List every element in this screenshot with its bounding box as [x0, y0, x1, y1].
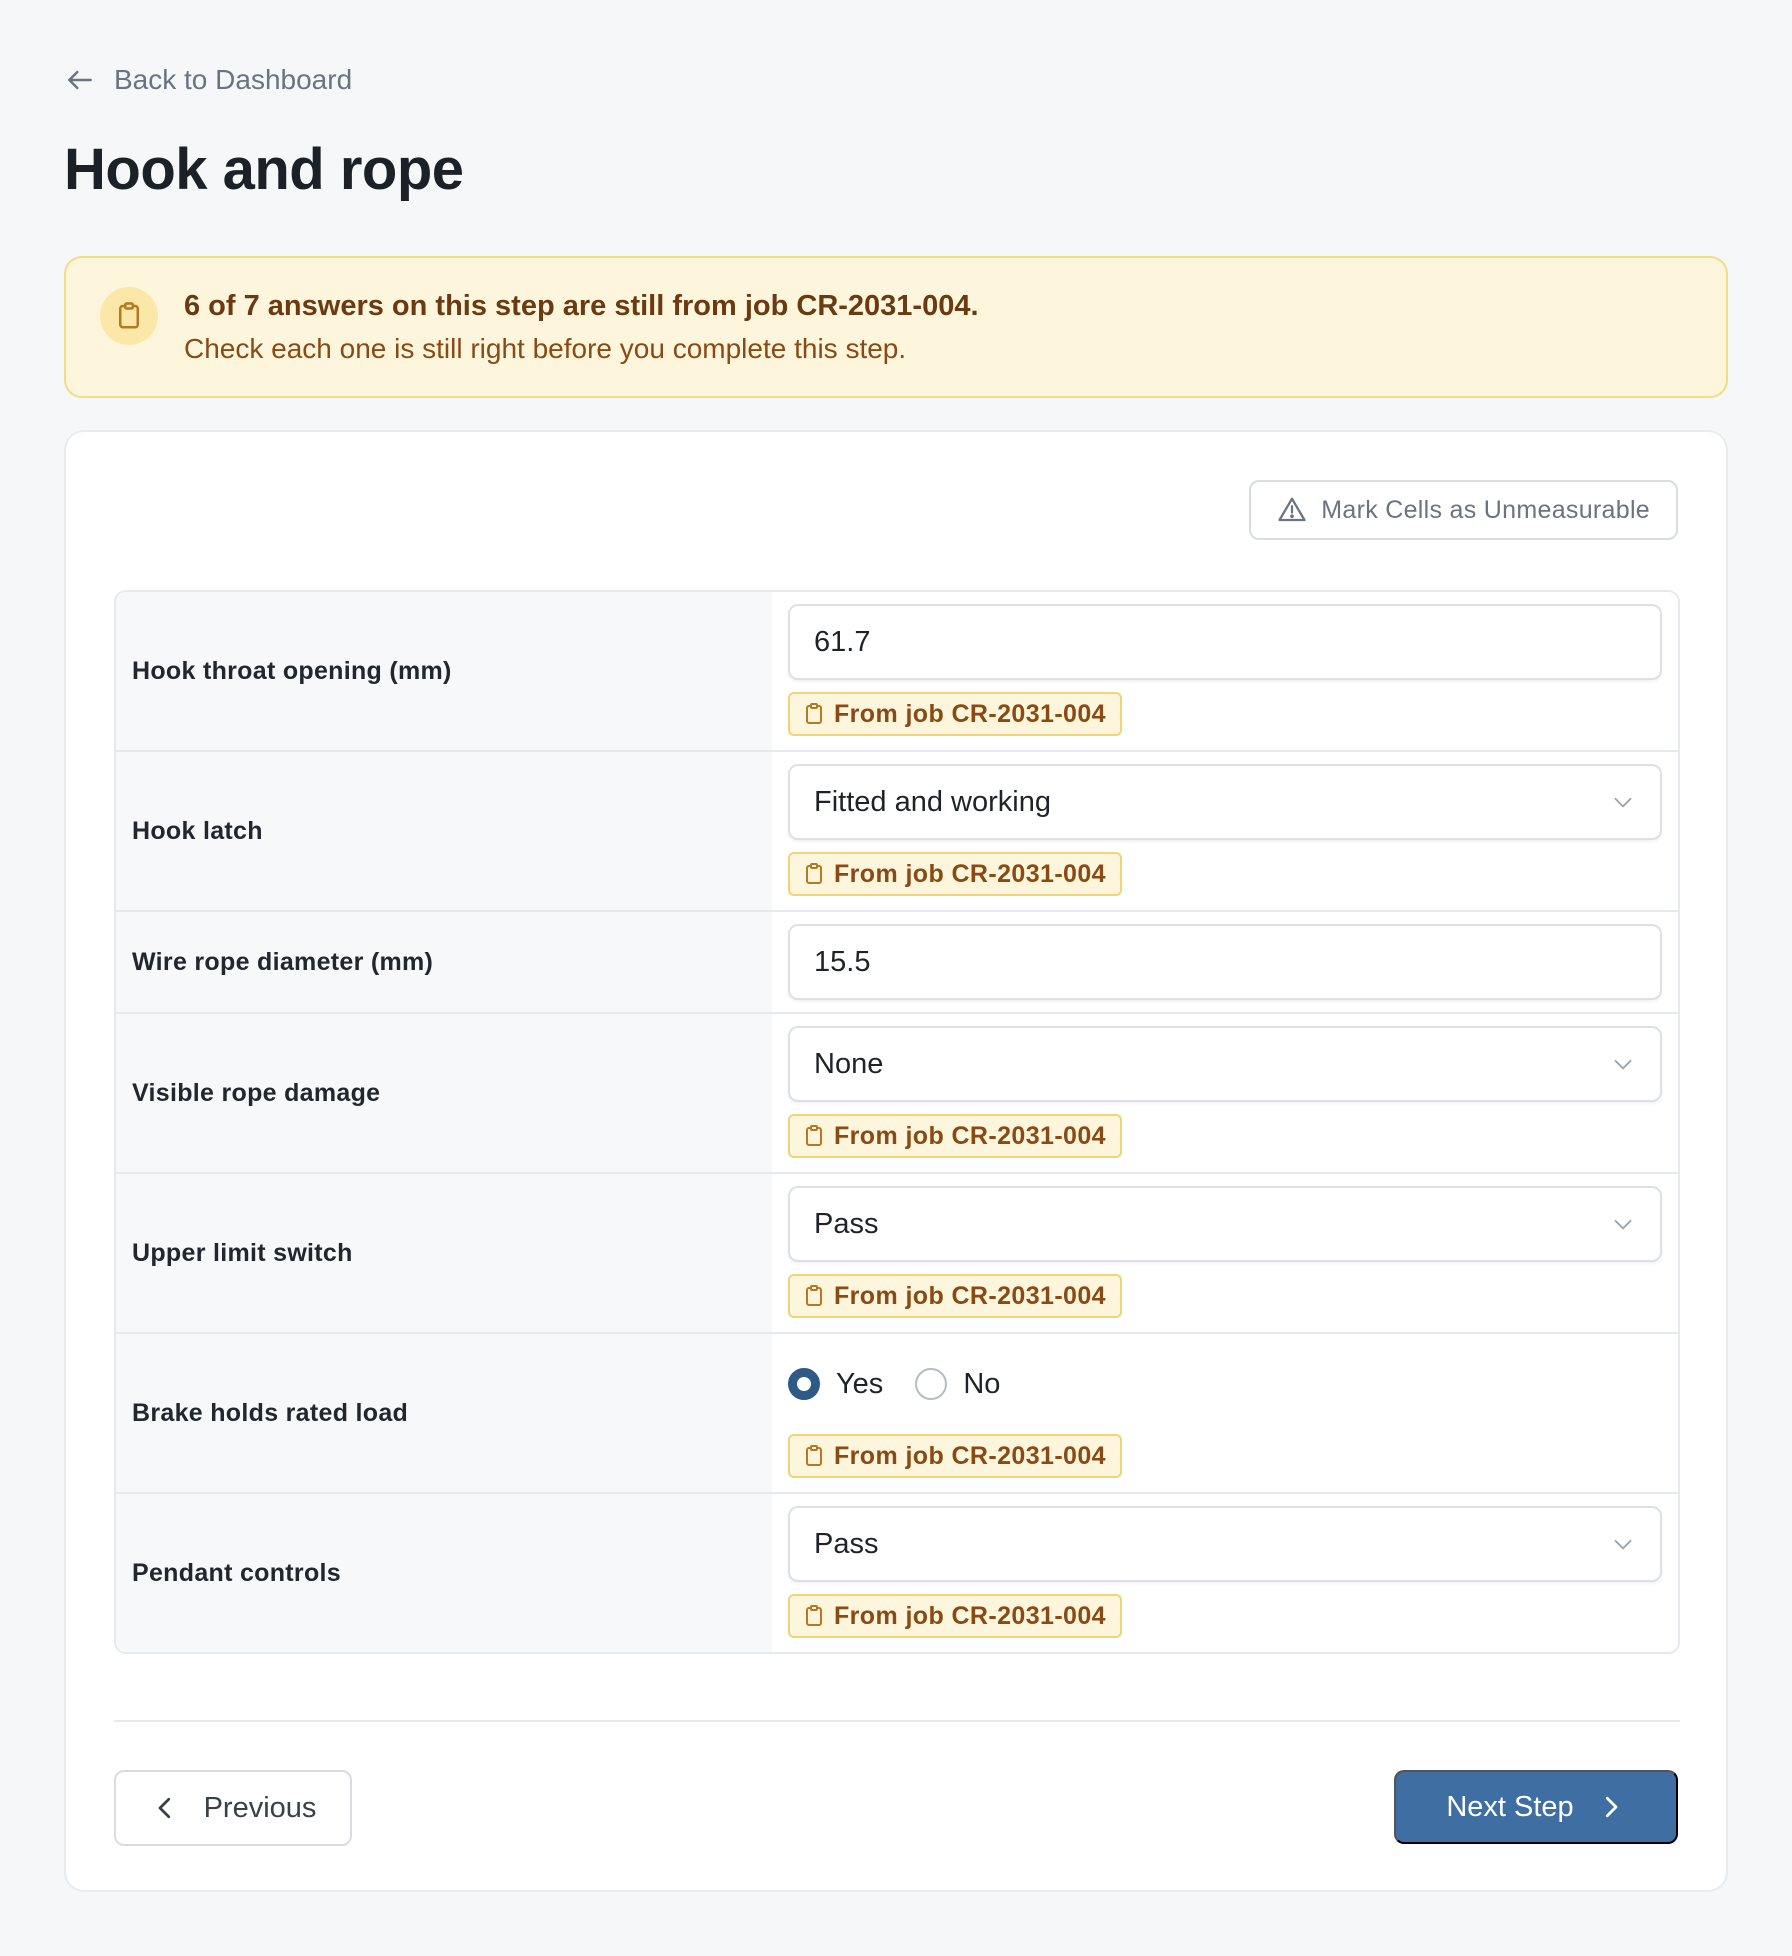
table-row: Upper limit switch Pass From job CR-2031…: [116, 1174, 1678, 1334]
prefill-badge-label: From job CR-2031-004: [834, 1601, 1106, 1630]
prefill-badge: From job CR-2031-004: [788, 1274, 1122, 1318]
warning-triangle-icon: [1278, 497, 1306, 522]
clipboard-icon: [806, 1445, 822, 1466]
radio-no-label: No: [963, 1367, 1001, 1400]
table-row: Hook throat opening (mm) From job CR-203…: [116, 592, 1678, 752]
previous-button[interactable]: Previous: [114, 1770, 352, 1846]
back-to-dashboard-link[interactable]: Back to Dashboard: [64, 64, 352, 96]
select-value: None: [814, 1047, 884, 1080]
brake-holds-radio-group: Yes No: [788, 1346, 1662, 1422]
chevron-right-icon: [1605, 1796, 1618, 1818]
clipboard-icon: [806, 1285, 822, 1306]
row-label: Pendant controls: [116, 1494, 772, 1652]
row-label: Brake holds rated load: [116, 1334, 772, 1492]
clipboard-icon: [806, 1605, 822, 1626]
prefill-badge-label: From job CR-2031-004: [834, 1441, 1106, 1470]
visible-rope-damage-select[interactable]: None: [788, 1026, 1662, 1102]
clipboard-icon: [806, 703, 822, 724]
table-row: Visible rope damage None From job CR-203…: [116, 1014, 1678, 1174]
next-step-label: Next Step: [1446, 1790, 1574, 1823]
table-row: Brake holds rated load Yes No From job C…: [116, 1334, 1678, 1494]
banner-title: 6 of 7 answers on this step are still fr…: [184, 289, 979, 322]
mark-unmeasurable-label: Mark Cells as Unmeasurable: [1321, 495, 1650, 524]
prefill-badge-label: From job CR-2031-004: [834, 1121, 1106, 1150]
chevron-down-icon: [1614, 1219, 1632, 1230]
row-label: Upper limit switch: [116, 1174, 772, 1332]
row-label: Visible rope damage: [116, 1014, 772, 1172]
page: Back to Dashboard Hook and rope 6 of 7 a…: [0, 0, 1792, 1956]
hook-latch-select[interactable]: Fitted and working: [788, 764, 1662, 840]
page-title: Hook and rope: [64, 137, 464, 202]
back-link-label: Back to Dashboard: [114, 64, 353, 95]
row-label: Hook throat opening (mm): [116, 592, 772, 750]
banner-subtitle: Check each one is still right before you…: [184, 332, 907, 364]
arrow-left-icon: [68, 70, 92, 90]
upper-limit-switch-select[interactable]: Pass: [788, 1186, 1662, 1262]
form-card: Mark Cells as Unmeasurable Hook throat o…: [64, 430, 1728, 1892]
row-label: Wire rope diameter (mm): [116, 912, 772, 1012]
previous-label: Previous: [203, 1791, 317, 1824]
clipboard-icon: [806, 1125, 822, 1146]
prefill-badge: From job CR-2031-004: [788, 1594, 1122, 1638]
pendant-controls-select[interactable]: Pass: [788, 1506, 1662, 1582]
chevron-left-icon: [158, 1797, 170, 1819]
table-row: Pendant controls Pass From job CR-2031-0…: [116, 1494, 1678, 1652]
wire-rope-diameter-input[interactable]: [788, 924, 1662, 1000]
select-value: Pass: [814, 1527, 879, 1560]
mark-unmeasurable-button[interactable]: Mark Cells as Unmeasurable: [1249, 480, 1678, 540]
prefill-badge: From job CR-2031-004: [788, 852, 1122, 896]
table-row: Wire rope diameter (mm): [116, 912, 1678, 1014]
row-label: Hook latch: [116, 752, 772, 910]
radio-yes-circle[interactable]: [788, 1368, 820, 1400]
chevron-down-icon: [1614, 1539, 1632, 1550]
select-value: Pass: [814, 1207, 879, 1240]
table-row: Hook latch Fitted and working From job C…: [116, 752, 1678, 912]
clipboard-icon: [806, 863, 822, 884]
prefill-warning-banner: 6 of 7 answers on this step are still fr…: [64, 256, 1728, 398]
chevron-down-icon: [1614, 797, 1632, 808]
clipboard-icon: [100, 287, 158, 345]
prefill-badge-label: From job CR-2031-004: [834, 1281, 1106, 1310]
next-step-button[interactable]: Next Step: [1394, 1770, 1678, 1844]
wire-rope-diameter-value[interactable]: [814, 945, 1636, 979]
prefill-badge: From job CR-2031-004: [788, 692, 1122, 736]
prefill-badge-label: From job CR-2031-004: [834, 859, 1106, 888]
prefill-badge: From job CR-2031-004: [788, 1114, 1122, 1158]
select-value: Fitted and working: [814, 785, 1051, 818]
prefill-badge: From job CR-2031-004: [788, 1434, 1122, 1478]
inspection-table: Hook throat opening (mm) From job CR-203…: [114, 590, 1680, 1654]
hook-throat-opening-value[interactable]: [814, 625, 1636, 659]
radio-yes[interactable]: Yes: [788, 1368, 883, 1401]
hook-throat-opening-input[interactable]: [788, 604, 1662, 680]
radio-no[interactable]: No: [915, 1368, 1000, 1401]
radio-yes-label: Yes: [836, 1367, 884, 1400]
footer-divider: [114, 1720, 1680, 1722]
prefill-badge-label: From job CR-2031-004: [834, 699, 1106, 728]
chevron-down-icon: [1614, 1059, 1632, 1070]
radio-no-circle[interactable]: [915, 1368, 948, 1400]
